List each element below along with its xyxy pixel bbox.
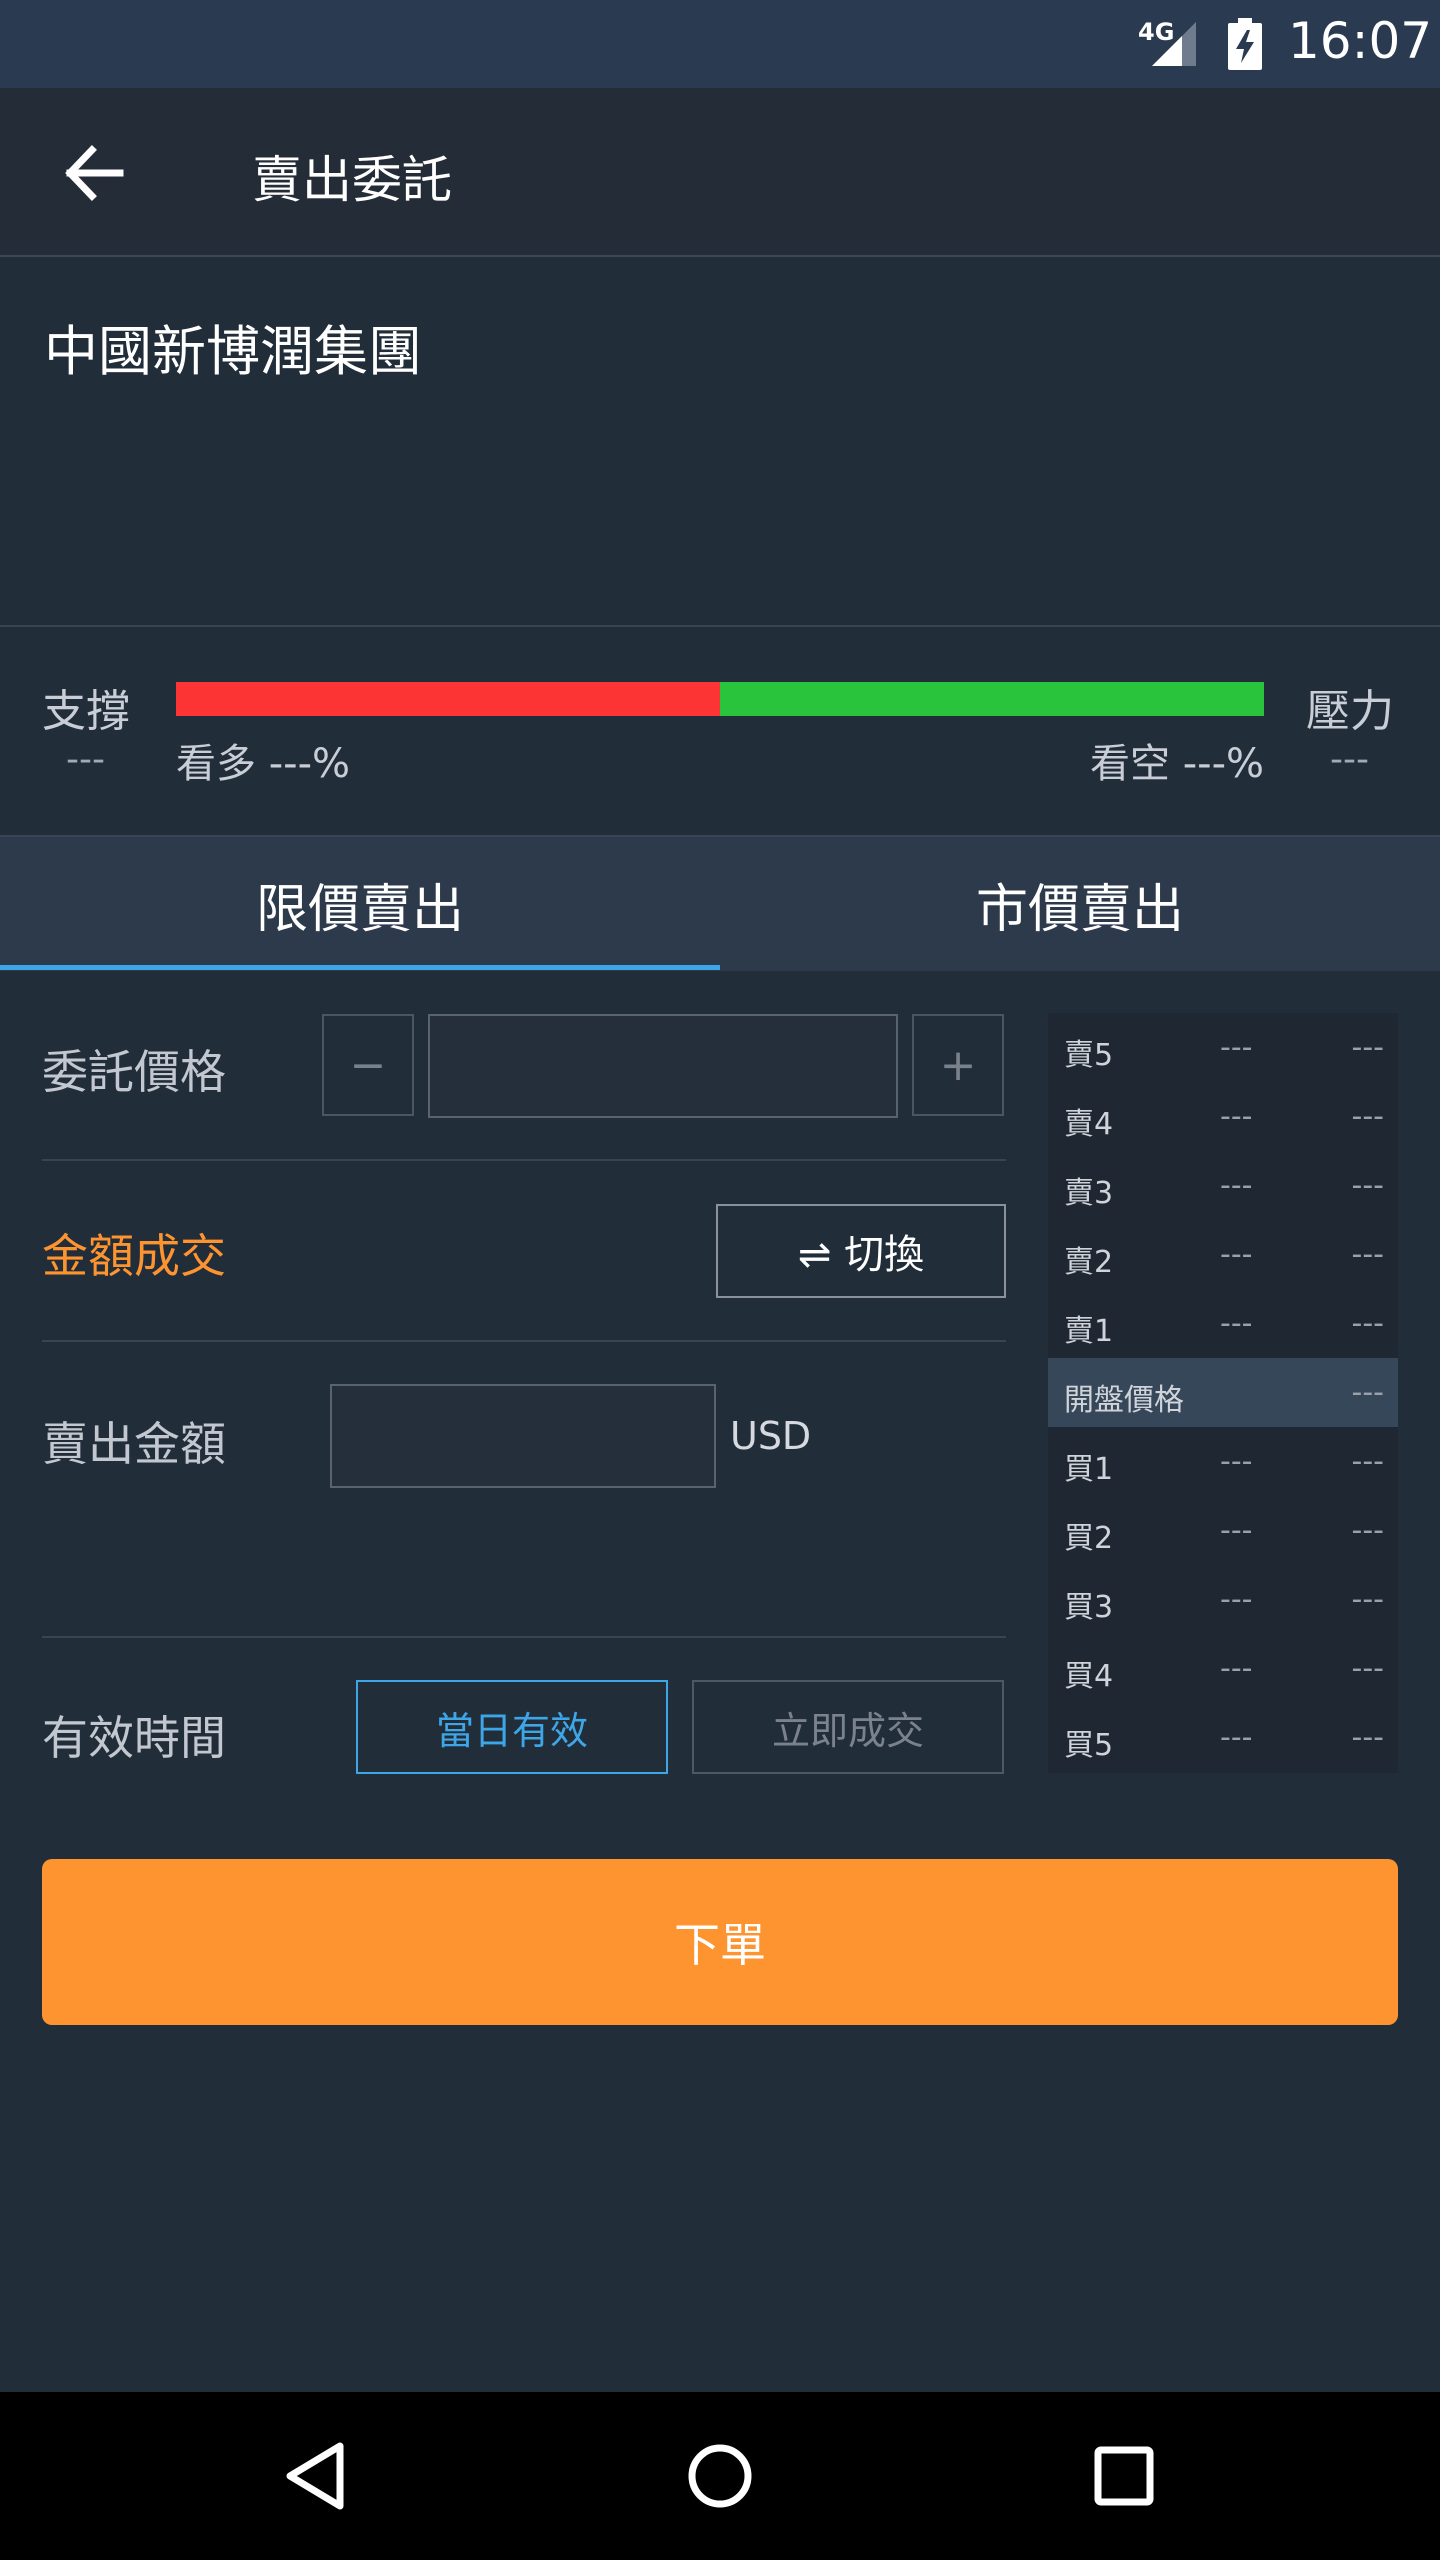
- ask-label: 賣2: [1064, 1245, 1114, 1280]
- ask-row-2: 賣2 --- ---: [1048, 1220, 1398, 1289]
- ask-volume: ---: [1351, 1168, 1384, 1203]
- price-label: 委託價格: [42, 1045, 226, 1099]
- sentiment-panel: 支撐 --- 看多 ---% 看空 ---% 壓力 ---: [0, 627, 1440, 837]
- ask-label: 賣3: [1064, 1176, 1114, 1211]
- nav-back-icon[interactable]: [276, 2436, 356, 2516]
- order-book: 賣5 --- --- 賣4 --- --- 賣3 --- --- 賣2 --- …: [1048, 1013, 1398, 1773]
- open-price-label: 開盤價格: [1064, 1383, 1184, 1418]
- tab-indicator: [0, 965, 720, 970]
- switch-mode-button[interactable]: ⇌ 切換: [716, 1204, 1006, 1298]
- battery-charging-icon: [1228, 18, 1262, 70]
- sell-amount-input[interactable]: [330, 1384, 716, 1488]
- validity-day-button[interactable]: 當日有效: [356, 1680, 668, 1774]
- status-bar: 4G 16:07: [0, 0, 1440, 88]
- support-value: ---: [66, 739, 105, 780]
- signal-icon: [1152, 22, 1196, 66]
- resistance-label: 壓力: [1306, 686, 1394, 737]
- bid-label: 買2: [1064, 1521, 1114, 1556]
- place-order-button[interactable]: 下單: [42, 1859, 1398, 2025]
- ask-price: ---: [1220, 1099, 1253, 1134]
- tab-market-sell[interactable]: 市價賣出: [720, 837, 1440, 971]
- bull-percent: 看多 ---%: [176, 741, 351, 787]
- bid-label: 買4: [1064, 1659, 1114, 1694]
- support-label: 支撐: [42, 686, 130, 737]
- bid-volume: ---: [1351, 1720, 1384, 1755]
- app-bar: 賣出委託: [0, 88, 1440, 257]
- ask-price: ---: [1220, 1306, 1253, 1341]
- ask-label: 賣1: [1064, 1314, 1114, 1349]
- divider: [42, 1159, 1006, 1161]
- bid-row-4: 買4 --- ---: [1048, 1634, 1398, 1703]
- nav-recents-icon[interactable]: [1084, 2436, 1164, 2516]
- ask-label: 賣4: [1064, 1107, 1114, 1142]
- stock-name: 中國新博潤集團: [44, 320, 422, 383]
- amount-trade-label: 金額成交: [42, 1229, 226, 1283]
- price-increase-button[interactable]: +: [912, 1014, 1004, 1116]
- bid-price: ---: [1220, 1582, 1253, 1617]
- bull-bar: [176, 682, 720, 716]
- ask-volume: ---: [1351, 1099, 1384, 1134]
- nav-home-icon[interactable]: [680, 2436, 760, 2516]
- sell-amount-label: 賣出金額: [42, 1417, 226, 1471]
- ask-row-4: 賣4 --- ---: [1048, 1082, 1398, 1151]
- bid-label: 買1: [1064, 1452, 1114, 1487]
- ask-row-3: 賣3 --- ---: [1048, 1151, 1398, 1220]
- ask-price: ---: [1220, 1237, 1253, 1272]
- bid-price: ---: [1220, 1444, 1253, 1479]
- stock-info: 中國新博潤集團: [0, 257, 1440, 627]
- ask-label: 賣5: [1064, 1038, 1114, 1073]
- divider: [42, 1340, 1006, 1342]
- back-arrow-icon[interactable]: [58, 138, 138, 208]
- tab-limit-sell[interactable]: 限價賣出: [0, 837, 720, 971]
- bid-row-1: 買1 --- ---: [1048, 1427, 1398, 1496]
- ask-row-1: 賣1 --- ---: [1048, 1289, 1398, 1358]
- page-title: 賣出委託: [252, 151, 452, 209]
- bear-percent: 看空 ---%: [1090, 741, 1265, 787]
- bid-row-2: 買2 --- ---: [1048, 1496, 1398, 1565]
- bid-volume: ---: [1351, 1444, 1384, 1479]
- bid-volume: ---: [1351, 1513, 1384, 1548]
- order-type-tabs: 限價賣出 市價賣出: [0, 837, 1440, 971]
- bid-row-5: 買5 --- ---: [1048, 1703, 1398, 1772]
- ask-price: ---: [1220, 1030, 1253, 1065]
- price-input[interactable]: [428, 1014, 898, 1118]
- validity-label: 有效時間: [42, 1711, 226, 1765]
- bid-volume: ---: [1351, 1651, 1384, 1686]
- ask-volume: ---: [1351, 1237, 1384, 1272]
- price-decrease-button[interactable]: −: [322, 1014, 414, 1116]
- divider: [42, 1636, 1006, 1638]
- ask-price: ---: [1220, 1168, 1253, 1203]
- resistance-value: ---: [1330, 739, 1369, 780]
- open-price-value: ---: [1351, 1375, 1384, 1410]
- bid-price: ---: [1220, 1720, 1253, 1755]
- bid-volume: ---: [1351, 1582, 1384, 1617]
- bid-price: ---: [1220, 1651, 1253, 1686]
- clock: 16:07: [1288, 12, 1433, 70]
- bid-row-3: 買3 --- ---: [1048, 1565, 1398, 1634]
- ask-volume: ---: [1351, 1030, 1384, 1065]
- ask-volume: ---: [1351, 1306, 1384, 1341]
- bid-label: 買3: [1064, 1590, 1114, 1625]
- currency-label: USD: [730, 1414, 812, 1458]
- validity-immediate-button[interactable]: 立即成交: [692, 1680, 1004, 1774]
- ask-row-5: 賣5 --- ---: [1048, 1013, 1398, 1082]
- bid-label: 買5: [1064, 1728, 1114, 1763]
- open-price-row: 開盤價格 ---: [1048, 1358, 1398, 1427]
- system-nav-bar: [0, 2392, 1440, 2560]
- bid-price: ---: [1220, 1513, 1253, 1548]
- bear-bar: [720, 682, 1264, 716]
